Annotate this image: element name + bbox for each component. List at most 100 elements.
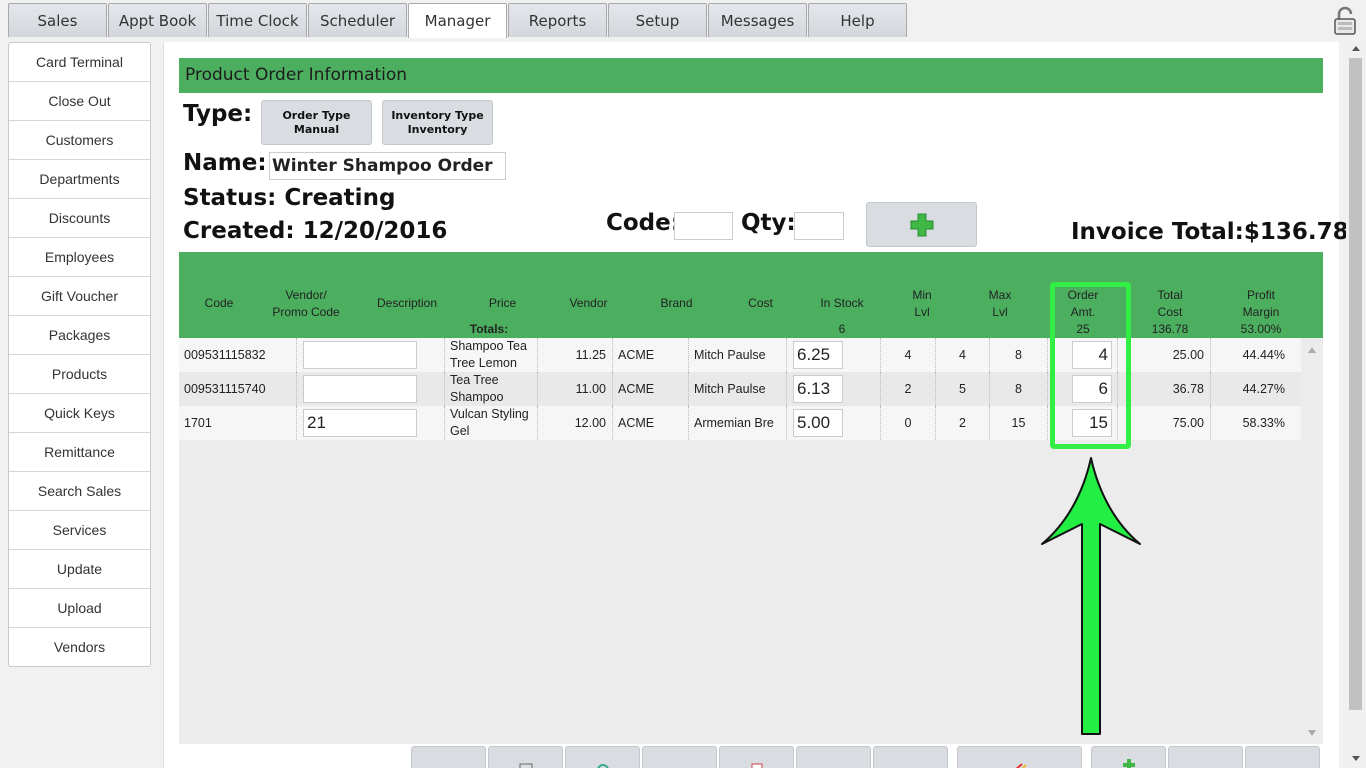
- pencil-icon: [1015, 763, 1027, 768]
- sidebar-item-update[interactable]: Update: [9, 550, 150, 589]
- sidebar-item-remittance[interactable]: Remittance: [9, 433, 150, 472]
- cell-brand: Armemian Bre: [689, 406, 787, 440]
- col-max-line1: Max: [988, 288, 1012, 302]
- toolbar-button-1[interactable]: [411, 746, 486, 768]
- sidebar-item-search-sales[interactable]: Search Sales: [9, 472, 150, 511]
- inventory-type-button[interactable]: Inventory Type Inventory: [382, 100, 493, 145]
- tab-messages[interactable]: Messages: [708, 3, 807, 37]
- col-min-lvl[interactable]: Min Lvl: [897, 287, 947, 321]
- sidebar-item-upload[interactable]: Upload: [9, 589, 150, 628]
- col-total-cost[interactable]: Total Cost 136.78: [1140, 287, 1200, 338]
- sidebar-item-gift-voucher[interactable]: Gift Voucher: [9, 277, 150, 316]
- tab-time-clock[interactable]: Time Clock: [208, 3, 307, 37]
- sidebar-item-close-out[interactable]: Close Out: [9, 82, 150, 121]
- cell-min: 4: [936, 338, 990, 372]
- sidebar-item-vendors[interactable]: Vendors: [9, 628, 150, 667]
- page-scrollbar[interactable]: [1346, 40, 1366, 768]
- col-description[interactable]: Description: [367, 295, 447, 312]
- sidebar-item-services[interactable]: Services: [9, 511, 150, 550]
- col-cost[interactable]: Cost: [727, 295, 794, 312]
- col-vendor-promo[interactable]: Vendor/ Promo Code: [261, 287, 351, 321]
- tab-sales[interactable]: Sales: [8, 3, 107, 37]
- cell-in-stock: 0: [881, 406, 936, 440]
- cell-in-stock: 2: [881, 372, 936, 406]
- col-vendor[interactable]: Vendor: [555, 295, 622, 312]
- cell-margin: 58.33%: [1242, 416, 1285, 430]
- order-name-input[interactable]: Winter Shampoo Order: [269, 152, 506, 180]
- promo-input[interactable]: 21: [303, 409, 417, 437]
- edit-button[interactable]: [957, 746, 1082, 768]
- cell-promo[interactable]: [297, 338, 445, 372]
- clipboard-button[interactable]: [719, 746, 794, 768]
- col-brand[interactable]: Brand: [643, 295, 710, 312]
- grid-scrollbar[interactable]: [1303, 340, 1321, 744]
- col-code[interactable]: Code: [189, 295, 249, 312]
- col-in-stock[interactable]: In Stock: [807, 295, 877, 312]
- promo-input[interactable]: [303, 375, 417, 403]
- cell-cost[interactable]: 5.00: [787, 406, 881, 440]
- cost-input[interactable]: 5.00: [793, 409, 843, 437]
- table-row[interactable]: 1701 21 Vulcan Styling Gel 12.00 ACME Arm…: [179, 406, 1301, 440]
- cell-price: 12.00: [538, 406, 613, 440]
- col-profit-margin[interactable]: Profit Margin 53.00%: [1231, 287, 1291, 338]
- scrollbar-thumb[interactable]: [1349, 58, 1362, 710]
- toolbar-button-7[interactable]: [873, 746, 948, 768]
- sidebar-item-customers[interactable]: Customers: [9, 121, 150, 160]
- tab-appt-book[interactable]: Appt Book: [108, 3, 207, 37]
- col-price[interactable]: Price: [469, 295, 536, 312]
- tab-scheduler[interactable]: Scheduler: [308, 3, 407, 37]
- type-label: Type:: [183, 101, 253, 127]
- desc-line2: Tree Lemon: [450, 356, 517, 370]
- sidebar-item-quick-keys[interactable]: Quick Keys: [9, 394, 150, 433]
- cell-max: 8: [990, 338, 1048, 372]
- cell-description: Shampoo Tea Tree Lemon: [445, 338, 538, 372]
- tab-setup[interactable]: Setup: [608, 3, 707, 37]
- cell-promo[interactable]: [297, 372, 445, 406]
- cell-promo[interactable]: 21: [297, 406, 445, 440]
- tab-help[interactable]: Help: [808, 3, 907, 37]
- toolbar-button-12[interactable]: [1245, 746, 1320, 768]
- scroll-up-icon: [1308, 347, 1316, 353]
- sidebar-item-discounts[interactable]: Discounts: [9, 199, 150, 238]
- calendar-button[interactable]: [488, 746, 563, 768]
- table-row[interactable]: 009531115832 Shampoo Tea Tree Lemon 11.25…: [179, 338, 1301, 372]
- col-total-line2: Cost: [1157, 305, 1183, 319]
- code-input[interactable]: [674, 212, 733, 240]
- toolbar-button-6[interactable]: [796, 746, 871, 768]
- promo-input[interactable]: [303, 341, 417, 369]
- order-type-button[interactable]: Order Type Manual: [261, 100, 372, 145]
- cell-cost[interactable]: 6.13: [787, 372, 881, 406]
- sidebar-item-card-terminal[interactable]: Card Terminal: [9, 43, 150, 82]
- cell-cost[interactable]: 6.25: [787, 338, 881, 372]
- sidebar-item-packages[interactable]: Packages: [9, 316, 150, 355]
- sidebar-item-employees[interactable]: Employees: [9, 238, 150, 277]
- scroll-down-icon: [1308, 730, 1316, 736]
- qty-label: Qty:: [741, 210, 796, 236]
- scroll-up-icon[interactable]: [1346, 42, 1366, 54]
- sidebar-item-departments[interactable]: Departments: [9, 160, 150, 199]
- cost-input[interactable]: 6.25: [793, 341, 843, 369]
- table-row[interactable]: 009531115740 Tea Tree Shampoo 11.00 ACME …: [179, 372, 1301, 406]
- refresh-button[interactable]: [565, 746, 640, 768]
- toolbar-button-11[interactable]: [1168, 746, 1243, 768]
- total-profit-margin: 53.00%: [1240, 322, 1282, 336]
- cell-total: 75.00: [1118, 406, 1211, 440]
- toolbar-button-4[interactable]: [642, 746, 717, 768]
- col-max-lvl[interactable]: Max Lvl: [975, 287, 1025, 321]
- cell-margin: 44.44%: [1242, 348, 1285, 362]
- col-max-line2: Lvl: [992, 305, 1008, 319]
- scroll-down-icon[interactable]: [1346, 752, 1366, 764]
- add-row-button[interactable]: [1091, 746, 1166, 768]
- col-vendor-promo-line2: Promo Code: [272, 305, 340, 319]
- cell-max: 8: [990, 372, 1048, 406]
- cell-vendor: ACME: [613, 406, 689, 440]
- cost-input[interactable]: 6.13: [793, 375, 843, 403]
- sidebar-item-products[interactable]: Products: [9, 355, 150, 394]
- tab-manager[interactable]: Manager: [408, 3, 507, 38]
- panel-title: Product Order Information: [179, 58, 1323, 93]
- tab-reports[interactable]: Reports: [508, 3, 607, 37]
- add-item-button[interactable]: [866, 202, 977, 247]
- desc-line2: Gel: [450, 424, 470, 438]
- qty-input[interactable]: [794, 212, 844, 240]
- lock-icon[interactable]: [1330, 6, 1360, 36]
